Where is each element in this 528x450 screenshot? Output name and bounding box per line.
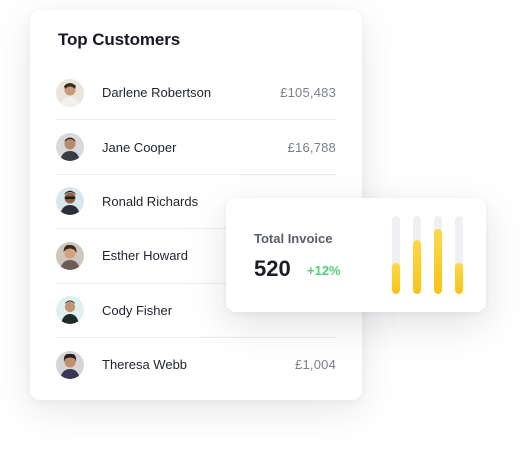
invoice-bar-fill: [413, 240, 421, 294]
total-invoice-change: +12%: [307, 263, 341, 278]
person-avatar-icon: [56, 350, 84, 379]
invoice-bar-chart: [392, 216, 472, 294]
invoice-bar-2: [413, 216, 421, 294]
customer-row[interactable]: Theresa Webb £1,004: [56, 338, 336, 391]
total-invoice-value: 520: [254, 256, 291, 281]
card-title: Top Customers: [58, 30, 181, 49]
invoice-bar-fill: [455, 262, 463, 294]
invoice-bar-1: [392, 216, 400, 294]
person-avatar-icon: [56, 78, 84, 107]
customer-amount: £105,483: [280, 85, 336, 101]
customer-name: Jane Cooper: [102, 139, 177, 155]
total-invoice-card: Total Invoice 520 +12%: [226, 198, 486, 312]
invoice-bar-4: [455, 216, 463, 294]
customer-name: Theresa Webb: [102, 357, 188, 373]
person-avatar-icon: [56, 133, 84, 162]
customer-row[interactable]: Jane Cooper £16,788: [56, 120, 336, 175]
person-avatar-icon: [56, 187, 84, 216]
customer-name: Darlene Robertson: [102, 85, 212, 101]
person-avatar-icon: [56, 296, 84, 325]
invoice-bar-fill: [434, 229, 442, 294]
person-avatar-icon: [56, 241, 84, 270]
total-invoice-label: Total Invoice: [254, 231, 333, 246]
customer-amount: £16,788: [287, 139, 336, 155]
invoice-bar-fill: [392, 262, 400, 294]
customer-row[interactable]: Darlene Robertson £105,483: [56, 66, 336, 121]
invoice-bar-3: [434, 216, 442, 294]
customer-amount: £1,004: [295, 357, 336, 373]
